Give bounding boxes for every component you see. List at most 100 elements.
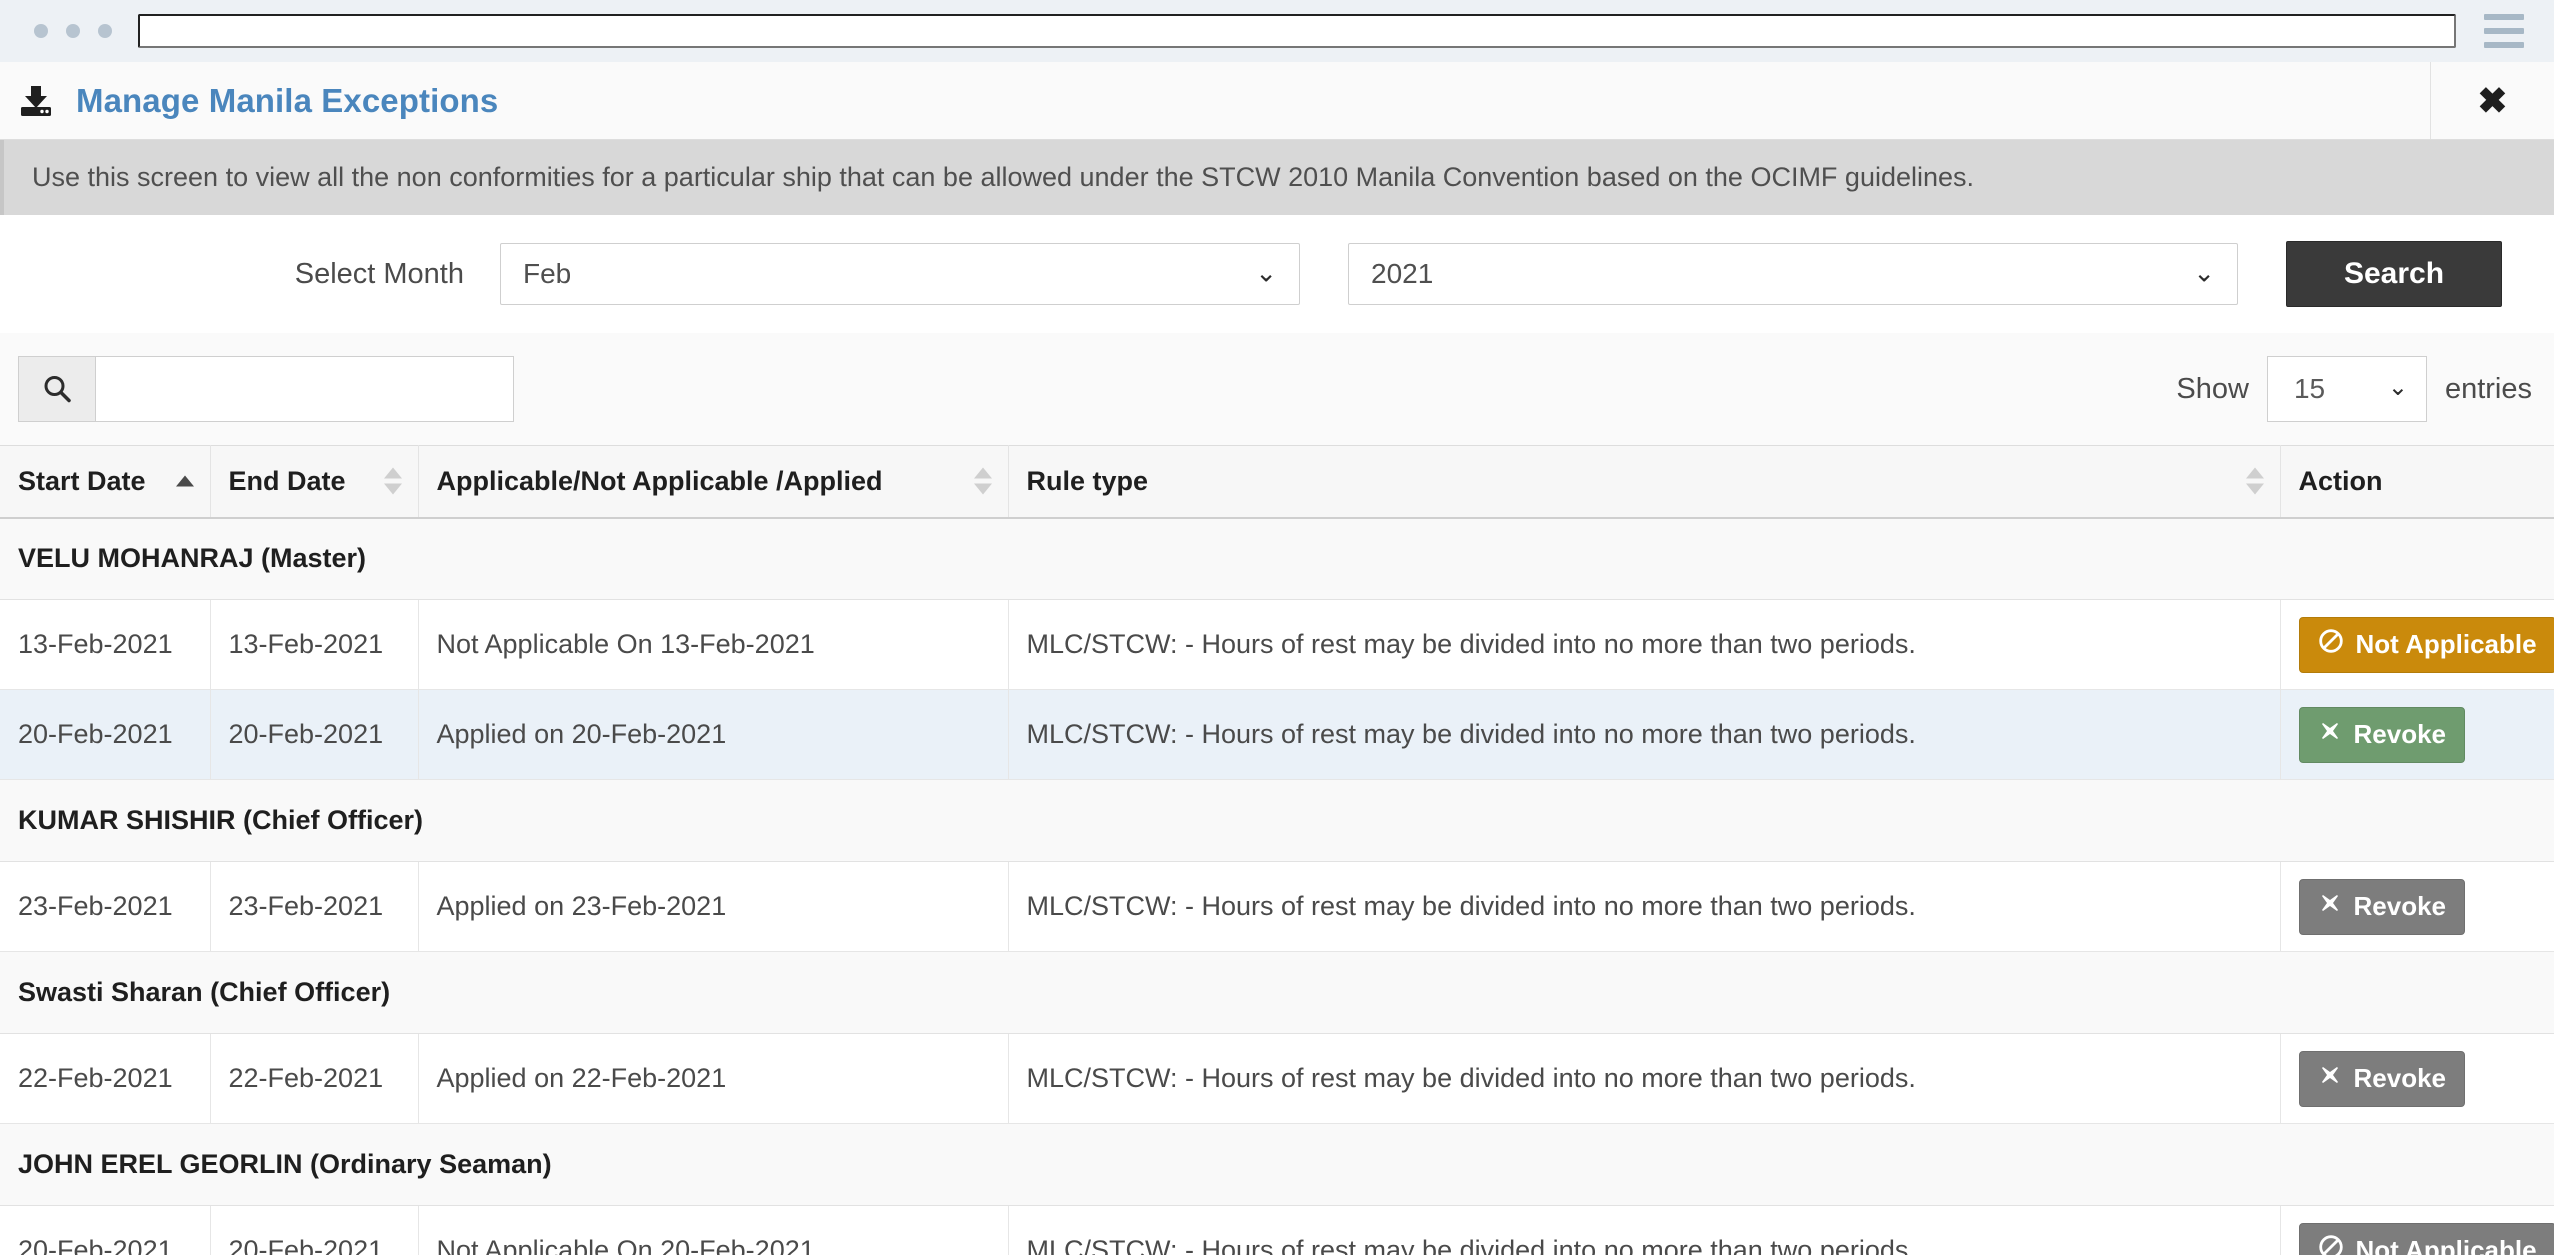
group-title: VELU MOHANRAJ (Master) [0,517,2554,600]
table-group-row: JOHN EREL GEORLIN (Ordinary Seaman) [0,1123,2554,1206]
entries-select-value: 15 [2293,373,2326,404]
cell-start-date: 22-Feb-2021 [0,1033,211,1124]
page-title: Manage Manila Exceptions [76,81,499,119]
info-banner-text: Use this screen to view all the non conf… [32,162,1975,192]
show-label: Show [2176,372,2249,405]
search-input[interactable] [96,356,514,422]
cell-action: Not Applicable [2280,1205,2554,1255]
group-title: Swasti Sharan (Chief Officer) [0,951,2554,1034]
search-button[interactable]: Search [2286,241,2502,307]
cell-end-date: 13-Feb-2021 [210,599,419,690]
cell-start-date: 13-Feb-2021 [0,599,211,690]
group-title: JOHN EREL GEORLIN (Ordinary Seaman) [0,1123,2554,1206]
year-select-value: 2021 [1371,258,1434,289]
cell-rule-type: MLC/STCW: - Hours of rest may be divided… [1008,1033,2281,1124]
info-banner: Use this screen to view all the non conf… [0,140,2554,215]
cell-action: Revoke [2280,689,2554,780]
exceptions-table: Start Date End Date Applicable/Not Appli… [0,445,2554,1255]
entries-select[interactable]: 15 ⌄ [2266,356,2427,422]
column-label: Action [2298,465,2383,496]
action-button-label: Not Applicable [2355,629,2537,659]
modal-header: Manage Manila Exceptions ✖ [0,62,2554,140]
sort-ascending-icon [175,475,194,487]
cell-end-date: 20-Feb-2021 [210,1205,419,1255]
entries-group: Show 15 ⌄ entries [2176,356,2532,422]
table-search-group [18,356,514,422]
group-title: KUMAR SHISHIR (Chief Officer) [0,779,2554,862]
column-header-start-date[interactable]: Start Date [0,445,211,519]
window-dot [98,24,112,38]
window-dot [34,24,48,38]
action-button[interactable]: Revoke [2298,706,2465,763]
cell-action: Revoke [2280,1033,2554,1124]
table-row: 23-Feb-2021 23-Feb-2021 Applied on 23-Feb-… [0,861,2554,952]
table-row: 22-Feb-2021 22-Feb-2021 Applied on 22-Feb-… [0,1033,2554,1124]
column-header-rule-type[interactable]: Rule type [1008,445,2281,519]
cell-end-date: 23-Feb-2021 [210,861,419,952]
select-month-label: Select Month [294,257,464,290]
sort-both-icon [973,467,992,495]
cell-status: Applied on 23-Feb-2021 [418,861,1009,952]
cell-status: Not Applicable On 20-Feb-2021 [418,1205,1009,1255]
column-label: Rule type [1026,465,1149,496]
cell-start-date: 23-Feb-2021 [0,861,211,952]
column-header-action: Action [2280,445,2554,519]
chevron-down-icon: ⌄ [2193,257,2215,288]
chevron-down-icon: ⌄ [1255,257,1277,288]
table-container: Start Date End Date Applicable/Not Appli… [0,445,2554,1255]
cell-rule-type: MLC/STCW: - Hours of rest may be divided… [1008,1205,2281,1255]
table-header-row: Start Date End Date Applicable/Not Appli… [0,445,2554,519]
table-row: 20-Feb-2021 20-Feb-2021 Applied on 20-Feb-… [0,689,2554,780]
cell-start-date: 20-Feb-2021 [0,1205,211,1255]
sort-both-icon [383,467,402,495]
action-button-label: Revoke [2353,1063,2447,1093]
column-label: Applicable/Not Applicable /Applied [436,465,883,496]
cell-action: Not Applicable [2280,599,2554,690]
entries-label: entries [2444,372,2532,405]
table-row: 20-Feb-2021 20-Feb-2021 Not Applicable On … [0,1205,2554,1255]
cell-end-date: 22-Feb-2021 [210,1033,419,1124]
table-group-row: Swasti Sharan (Chief Officer) [0,951,2554,1034]
action-button[interactable]: Not Applicable [2298,1222,2554,1255]
action-button[interactable]: Not Applicable [2298,616,2554,673]
column-header-applicable[interactable]: Applicable/Not Applicable /Applied [418,445,1009,519]
sort-both-icon [2245,467,2264,495]
times-icon [2318,1063,2342,1094]
action-button[interactable]: Revoke [2298,878,2465,935]
cell-rule-type: MLC/STCW: - Hours of rest may be divided… [1008,689,2281,780]
column-label: End Date [228,465,346,496]
action-button-label: Revoke [2353,719,2447,749]
month-select[interactable]: Feb ⌄ [500,243,1300,305]
cell-status: Applied on 22-Feb-2021 [418,1033,1009,1124]
table-toolbar: Show 15 ⌄ entries [0,333,2554,445]
search-icon[interactable] [18,356,96,422]
browser-chrome [0,0,2554,62]
column-label: Start Date [18,465,146,496]
cell-start-date: 20-Feb-2021 [0,689,211,780]
download-icon [18,84,54,118]
cell-rule-type: MLC/STCW: - Hours of rest may be divided… [1008,599,2281,690]
modal-title-wrap: Manage Manila Exceptions [0,82,498,120]
window-dot [66,24,80,38]
action-button[interactable]: Revoke [2298,1050,2465,1107]
cell-rule-type: MLC/STCW: - Hours of rest may be divided… [1008,861,2281,952]
year-select[interactable]: 2021 ⌄ [1348,243,2238,305]
column-header-end-date[interactable]: End Date [210,445,419,519]
action-button-label: Not Applicable [2355,1235,2537,1255]
table-row: 13-Feb-2021 13-Feb-2021 Not Applicable On … [0,599,2554,690]
table-header: Start Date End Date Applicable/Not Appli… [0,445,2554,519]
hamburger-icon[interactable] [2482,14,2526,48]
address-bar[interactable] [138,14,2456,48]
month-select-value: Feb [523,258,572,289]
ban-icon [2318,1234,2344,1255]
cell-status: Not Applicable On 13-Feb-2021 [418,599,1009,690]
close-icon[interactable]: ✖ [2430,62,2554,139]
ban-icon [2318,628,2344,661]
cell-end-date: 20-Feb-2021 [210,689,419,780]
action-button-label: Revoke [2353,891,2447,921]
cell-action: Revoke [2280,861,2554,952]
table-group-row: VELU MOHANRAJ (Master) [0,517,2554,600]
table-group-row: KUMAR SHISHIR (Chief Officer) [0,779,2554,862]
chevron-down-icon: ⌄ [2387,373,2408,401]
cell-status: Applied on 20-Feb-2021 [418,689,1009,780]
